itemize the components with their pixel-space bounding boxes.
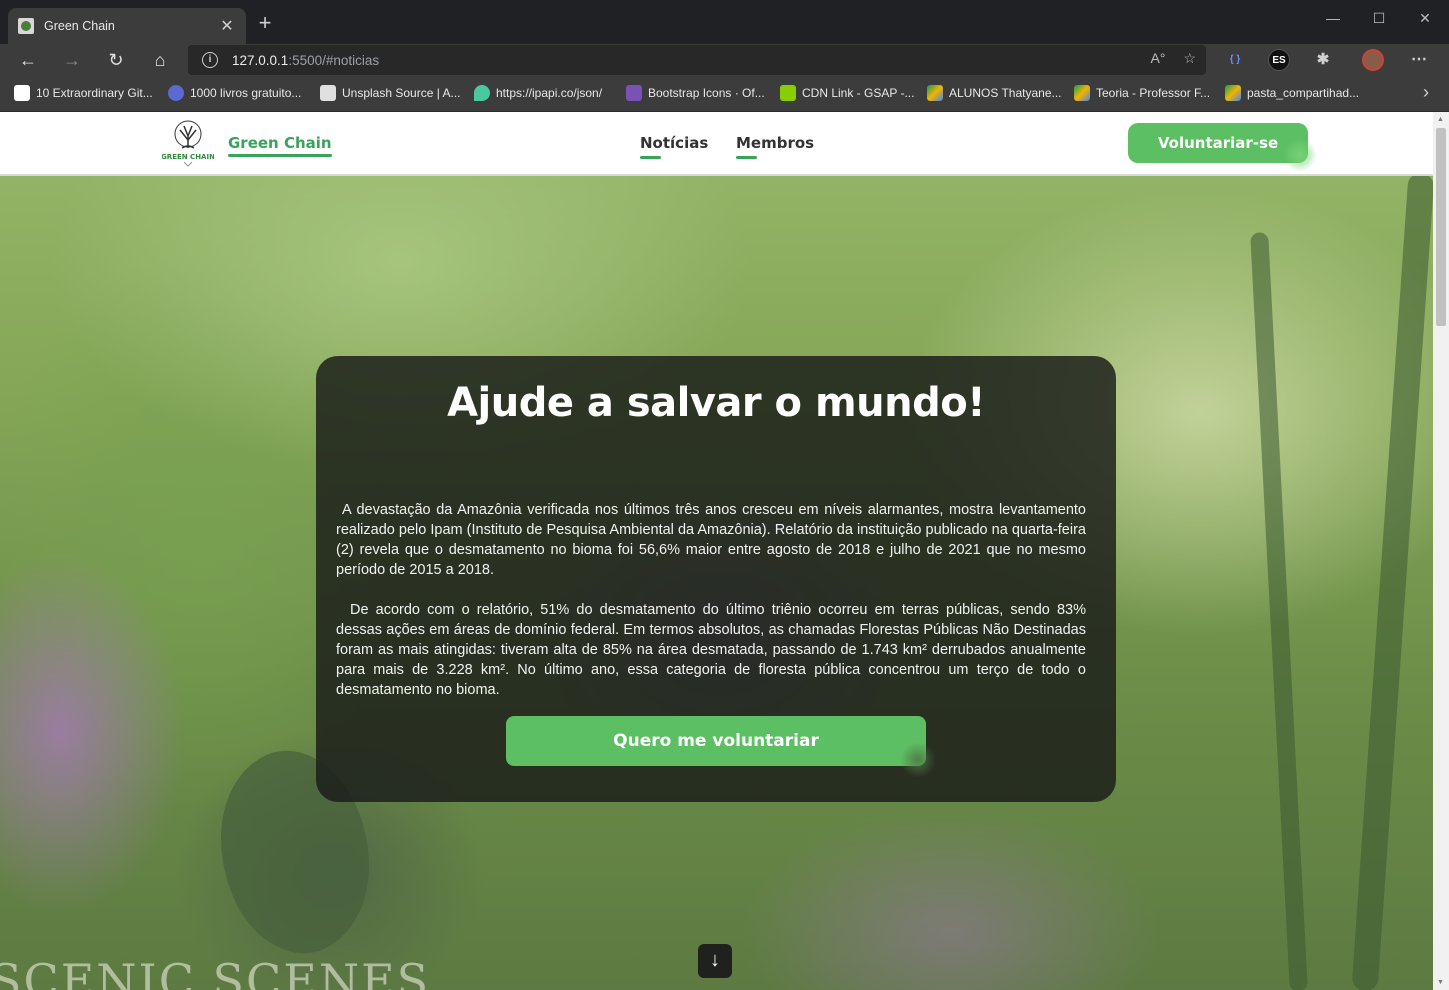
new-tab-icon[interactable]: + xyxy=(254,12,276,34)
book-icon xyxy=(168,85,184,101)
site-info-icon[interactable]: i xyxy=(202,52,218,68)
tab-title: Green Chain xyxy=(44,19,115,33)
bookmark-item[interactable]: https://ipapi.co/json/ xyxy=(474,85,602,101)
profile-avatar[interactable] xyxy=(1362,49,1384,71)
extension-brackets-icon[interactable]: { } xyxy=(1224,49,1246,71)
bookmark-item[interactable]: ALUNOS Thatyane... xyxy=(927,85,1062,101)
bookmark-item[interactable]: pasta_compartihad... xyxy=(1225,85,1359,101)
back-icon[interactable]: ← xyxy=(16,48,40,72)
bookmark-item[interactable]: Bootstrap Icons · Of... xyxy=(626,85,765,101)
maximize-icon[interactable]: ☐ xyxy=(1364,10,1394,27)
medium-icon xyxy=(14,85,30,101)
tab-close-icon[interactable]: ✕ xyxy=(218,16,236,36)
bookmark-item[interactable]: Teoria - Professor F... xyxy=(1074,85,1210,101)
green-chain-logo: GREEN CHAIN xyxy=(162,120,214,167)
volunteer-button[interactable]: Voluntariar-se xyxy=(1128,123,1308,163)
bookmark-item[interactable]: 1000 livros gratuito... xyxy=(168,85,301,101)
bookmark-item[interactable]: CDN Link - GSAP -... xyxy=(780,85,914,101)
scroll-up-icon[interactable]: ▲ xyxy=(1437,116,1444,123)
bookmark-label: 1000 livros gratuito... xyxy=(190,86,302,100)
close-window-icon[interactable]: ✕ xyxy=(1410,10,1440,27)
forward-icon[interactable]: → xyxy=(60,48,84,72)
bookmark-label: pasta_compartihad... xyxy=(1247,86,1360,100)
drive-icon xyxy=(927,85,943,101)
nav-link-membros[interactable]: Membros xyxy=(736,134,814,159)
volunteer-cta-button[interactable]: Quero me voluntariar xyxy=(506,716,926,766)
minimize-icon[interactable]: — xyxy=(1318,10,1348,26)
nav-link-noticias[interactable]: Notícias xyxy=(640,134,708,159)
bootstrap-icon xyxy=(626,85,642,101)
read-aloud-icon[interactable]: A° xyxy=(1151,50,1166,67)
bookmark-label: Bootstrap Icons · Of... xyxy=(648,86,765,100)
hero-card: Ajude a salvar o mundo! A devastação da … xyxy=(316,356,1116,802)
extension-es-label: ES xyxy=(1272,55,1286,66)
tab-favicon-icon xyxy=(18,18,34,34)
extension-es-icon[interactable]: ES xyxy=(1268,49,1290,71)
chevron-right-icon[interactable]: › xyxy=(1423,82,1429,103)
bookmark-label: https://ipapi.co/json/ xyxy=(496,86,603,100)
scroll-down-icon[interactable]: ▼ xyxy=(1437,979,1444,986)
address-bar[interactable]: i 127.0.0.1:5500/#noticias A° ☆ xyxy=(188,45,1206,75)
reload-icon[interactable]: ↻ xyxy=(104,48,128,72)
bookmark-label: Teoria - Professor F... xyxy=(1096,86,1211,100)
site-navbar: GREEN CHAIN Green Chain Notícias Membros… xyxy=(0,112,1433,176)
hero-title: Ajude a salvar o mundo! xyxy=(447,380,985,426)
hero-paragraph-1: A devastação da Amazônia verificada nos … xyxy=(336,502,1086,578)
extensions-puzzle-icon[interactable]: ✱ xyxy=(1312,49,1334,71)
gsap-icon xyxy=(780,85,796,101)
bookmark-item[interactable]: 10 Extraordinary Git... xyxy=(14,85,153,101)
arrow-down-icon[interactable]: ↓ xyxy=(698,944,732,978)
drive-icon xyxy=(1074,85,1090,101)
button-glow-effect xyxy=(900,742,936,778)
browser-toolbar: ← → ↻ ⌂ i 127.0.0.1:5500/#noticias A° ☆ … xyxy=(0,44,1449,76)
home-icon[interactable]: ⌂ xyxy=(148,48,172,72)
video-watermark: SCENIC SCENES xyxy=(0,954,431,990)
bookmark-label: CDN Link - GSAP -... xyxy=(802,86,915,100)
browser-titlebar: Green Chain ✕ + — ☐ ✕ xyxy=(0,0,1449,44)
scrollbar-thumb[interactable] xyxy=(1436,128,1446,326)
page-scrollbar[interactable]: ▲ ▼ xyxy=(1433,112,1449,990)
browser-tab[interactable]: Green Chain ✕ xyxy=(8,8,246,44)
url-path: :5500/#noticias xyxy=(288,52,380,68)
more-menu-icon[interactable]: ⋯ xyxy=(1408,49,1430,71)
brand-link[interactable]: Green Chain xyxy=(228,134,332,157)
drive-icon xyxy=(1225,85,1241,101)
bookmarks-bar: 10 Extraordinary Git... 1000 livros grat… xyxy=(0,76,1449,112)
svg-text:GREEN CHAIN: GREEN CHAIN xyxy=(162,153,214,161)
favorite-star-icon[interactable]: ☆ xyxy=(1183,50,1196,67)
page-viewport: GREEN CHAIN Green Chain Notícias Membros… xyxy=(0,112,1449,990)
hero-paragraph-2: De acordo com o relatório, 51% do desmat… xyxy=(336,602,1086,698)
unsplash-icon xyxy=(320,85,336,101)
bookmark-label: Unsplash Source | A... xyxy=(342,86,461,100)
url-host: 127.0.0.1 xyxy=(232,52,289,68)
bookmark-item[interactable]: Unsplash Source | A... xyxy=(320,85,461,101)
bookmark-label: ALUNOS Thatyane... xyxy=(949,86,1062,100)
button-glow-effect xyxy=(1283,138,1317,172)
location-pin-icon xyxy=(474,85,490,101)
bookmark-label: 10 Extraordinary Git... xyxy=(36,86,153,100)
